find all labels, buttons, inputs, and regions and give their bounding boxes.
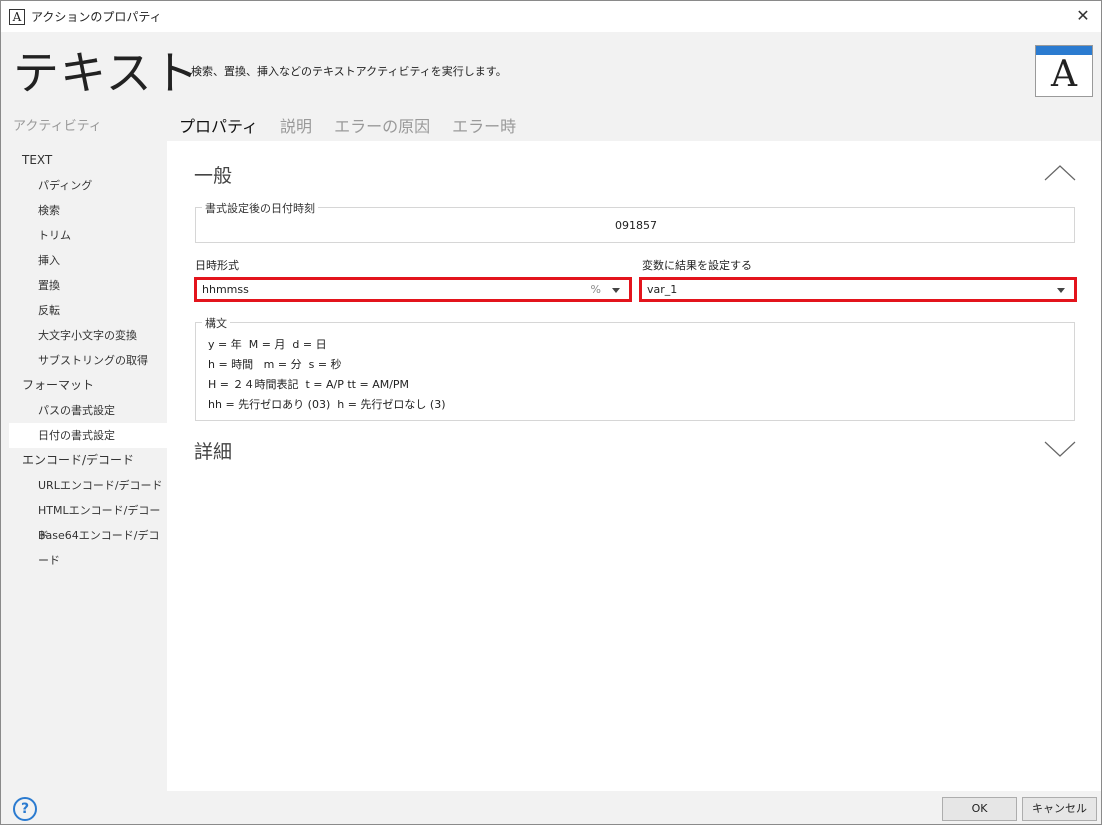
datetime-format-label: 日時形式 <box>195 259 239 272</box>
sidebar-group-format: フォーマット <box>22 378 95 392</box>
result-variable-combo[interactable]: var_1 <box>639 277 1077 302</box>
dropdown-arrow-icon[interactable] <box>612 288 620 293</box>
sidebar-item-padding[interactable]: パディング <box>9 173 167 198</box>
chevron-down-icon[interactable] <box>1043 439 1077 459</box>
syntax-line: H = ２４時間表記 t = A/P tt = AM/PM <box>208 378 410 391</box>
app-icon: A <box>9 8 25 25</box>
general-section-title: 一般 <box>194 165 233 187</box>
chevron-up-icon[interactable] <box>1043 163 1077 183</box>
properties-panel: 一般 書式設定後の日付時刻 091857 日時形式 hhmmss % 変数に結果… <box>167 141 1101 791</box>
details-section-title: 詳細 <box>194 441 233 463</box>
sidebar-item-url-encode[interactable]: URLエンコード/デコード <box>9 473 167 498</box>
formatted-datetime-label: 書式設定後の日付時刻 <box>202 200 318 216</box>
sidebar-heading: アクティビティ <box>13 119 102 134</box>
sidebar-item-search[interactable]: 検索 <box>9 198 167 223</box>
syntax-line: hh = 先行ゼロあり (03) h = 先行ゼロなし (3) <box>208 398 446 411</box>
syntax-line: y = 年 M = 月 d = 日 <box>208 338 327 351</box>
datetime-format-combo[interactable]: hhmmss % <box>194 277 632 302</box>
formatted-datetime-box: 書式設定後の日付時刻 091857 <box>195 200 1075 243</box>
tab-properties[interactable]: プロパティ <box>179 113 258 137</box>
dropdown-arrow-icon[interactable] <box>1057 288 1065 293</box>
sidebar-group-text: TEXT <box>22 153 53 167</box>
sidebar-item-change-case[interactable]: 大文字小文字の変換 <box>9 323 167 348</box>
sidebar-item-date-format[interactable]: 日付の書式設定 <box>9 423 167 448</box>
syntax-label: 構文 <box>202 315 230 331</box>
title-bar: A アクションのプロパティ ✕ <box>1 1 1101 32</box>
result-variable-value: var_1 <box>647 283 678 296</box>
ok-button[interactable]: OK <box>942 797 1017 821</box>
sidebar: TEXT パディング 検索 トリム 挿入 置換 反転 大文字小文字の変換 サブス… <box>9 148 167 567</box>
sidebar-item-reverse[interactable]: 反転 <box>9 298 167 323</box>
sidebar-item-insert[interactable]: 挿入 <box>9 248 167 273</box>
tab-on-error[interactable]: エラー時 <box>452 113 516 137</box>
datetime-format-value: hhmmss <box>202 283 249 296</box>
header-title: テキスト <box>13 46 200 100</box>
sidebar-item-base64-encode[interactable]: Base64エンコード/デコード <box>9 523 167 567</box>
close-button[interactable]: ✕ <box>1071 5 1095 27</box>
tab-bar: プロパティ 説明 エラーの原因 エラー時 <box>179 113 538 137</box>
cancel-button[interactable]: キャンセル <box>1022 797 1097 821</box>
formatted-datetime-value: 091857 <box>615 219 657 232</box>
sidebar-item-html-encode[interactable]: HTMLエンコード/デコード <box>9 498 167 542</box>
tab-error-causes[interactable]: エラーの原因 <box>334 113 430 137</box>
text-activity-icon: A <box>1035 45 1093 97</box>
syntax-line: h = 時間 m = 分 s = 秒 <box>208 358 342 371</box>
sidebar-item-substring[interactable]: サブストリングの取得 <box>9 348 167 373</box>
sidebar-group-encode: エンコード/デコード <box>22 453 135 467</box>
icon-letter: A <box>1051 54 1077 95</box>
dialog-window: A アクションのプロパティ ✕ テキスト 検索、置換、挿入などのテキストアクティ… <box>0 0 1102 825</box>
sidebar-item-replace[interactable]: 置換 <box>9 273 167 298</box>
tab-description[interactable]: 説明 <box>280 113 312 137</box>
percent-variable-icon[interactable]: % <box>591 283 601 296</box>
sidebar-item-trim[interactable]: トリム <box>9 223 167 248</box>
result-variable-label: 変数に結果を設定する <box>642 259 752 272</box>
header-description: 検索、置換、挿入などのテキストアクティビティを実行します。 <box>191 65 507 78</box>
window-title: アクションのプロパティ <box>31 10 162 24</box>
sidebar-item-path-format[interactable]: パスの書式設定 <box>9 398 167 423</box>
syntax-box: 構文 y = 年 M = 月 d = 日 h = 時間 m = 分 s = 秒 … <box>195 315 1075 421</box>
help-icon[interactable]: ? <box>13 797 37 821</box>
